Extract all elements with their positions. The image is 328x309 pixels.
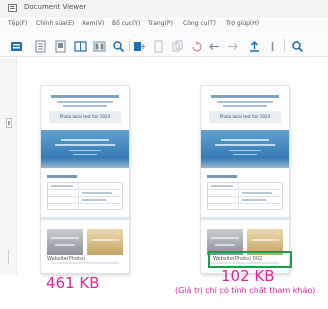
zoom-icon[interactable] <box>112 38 125 53</box>
thumbnail-title-bar <box>211 95 279 98</box>
thumbnail-separator <box>201 217 289 220</box>
page-icon[interactable] <box>54 38 67 53</box>
banner-wave <box>201 158 289 168</box>
toolbar <box>0 33 328 57</box>
table-column <box>238 183 239 209</box>
thumbnail-section-title <box>207 175 237 178</box>
export-icon[interactable] <box>248 38 261 52</box>
file-label-1: Website(Photo) <box>47 256 86 262</box>
thumbnail-banner <box>201 130 289 168</box>
table-row <box>208 189 282 190</box>
menu-page[interactable]: Trang(P) <box>148 20 173 27</box>
two-page-icon[interactable] <box>74 38 87 52</box>
thumbnail-line <box>57 101 113 103</box>
menu-bar: Tệp(F) Chỉnh sửa(E) Xem(V) Bố cục(Y) Tra… <box>0 17 328 32</box>
menu-file[interactable]: Tệp(F) <box>8 20 27 27</box>
banner-line <box>73 154 97 155</box>
copy-icon[interactable] <box>171 38 184 52</box>
thumbnail-title-bar <box>51 95 119 98</box>
collapse-handle-icon[interactable] <box>6 118 12 128</box>
toolbar-divider <box>129 39 130 51</box>
thumbnail-image <box>87 229 123 255</box>
image-detail <box>91 239 119 241</box>
rotate-icon[interactable] <box>190 38 203 52</box>
menu-icon[interactable] <box>10 38 23 51</box>
thumbnail-table <box>47 182 123 210</box>
table-row <box>48 189 122 190</box>
viewer-window: Document Viewer Tệp(F) Chỉnh sửa(E) Xem(… <box>0 0 328 309</box>
sidebar <box>0 58 17 275</box>
table-row <box>48 196 122 197</box>
forward-icon[interactable] <box>226 38 239 51</box>
thumbnail-icon[interactable] <box>152 38 165 53</box>
menu-edit[interactable]: Chỉnh sửa(E) <box>36 20 74 27</box>
table-cell <box>82 192 112 194</box>
image-detail <box>55 244 75 246</box>
thumbnail-banner <box>41 130 129 168</box>
thumbnail-header: Photo local test fair 2024 <box>201 86 289 130</box>
table-cell <box>82 199 106 201</box>
table-column <box>78 183 79 209</box>
ruler-mark <box>8 250 9 264</box>
banner-line <box>229 150 261 151</box>
image-detail <box>211 237 239 239</box>
table-cell <box>242 192 272 194</box>
thumbnail-table <box>207 182 283 210</box>
menu-tools[interactable]: Công cụ(T) <box>183 20 216 27</box>
back-icon[interactable] <box>208 38 221 51</box>
banner-wave <box>41 158 129 168</box>
banner-line <box>61 139 109 141</box>
columns-icon[interactable] <box>93 38 106 52</box>
thumbnail-area: Photo local test fair 2024 Photo local t… <box>18 58 328 275</box>
thumbnail-line <box>217 101 273 103</box>
banner-line <box>55 144 115 146</box>
toolbar-divider <box>284 39 285 51</box>
open-icon[interactable] <box>34 38 47 53</box>
file-label-2: Website(Photo) 002 <box>213 256 263 262</box>
down-arrow-icon[interactable] <box>266 38 279 51</box>
image-detail <box>215 244 235 246</box>
thumbnail-heading: Photo local test fair 2024 <box>59 114 111 119</box>
file-size-1: 461 KB <box>46 274 100 292</box>
thumbnail-line <box>63 105 107 107</box>
image-detail <box>51 237 79 239</box>
search-icon[interactable] <box>291 38 304 53</box>
window-title: Document Viewer <box>24 3 87 11</box>
image-detail <box>251 239 279 241</box>
thumbnail-header: Photo local test fair 2024 <box>41 86 129 130</box>
menu-help[interactable]: Trợ giúp(H) <box>226 20 259 27</box>
table-cell <box>51 185 73 187</box>
table-row <box>208 203 282 204</box>
menu-layout[interactable]: Bố cục(Y) <box>112 20 140 27</box>
document-thumbnail-2[interactable]: Photo local test fair 2024 <box>201 86 289 273</box>
thumbnail-line <box>223 105 267 107</box>
reference-note: (Giá trị chỉ có tính chất tham khảo) <box>175 286 316 295</box>
document-thumbnail-1[interactable]: Photo local test fair 2024 <box>41 86 129 273</box>
thumbnail-footer <box>51 262 119 264</box>
table-row <box>208 196 282 197</box>
thumbnail-separator <box>41 217 129 220</box>
insert-icon[interactable] <box>133 38 146 51</box>
table-cell <box>211 185 233 187</box>
file-size-2: 102 KB <box>221 267 275 285</box>
banner-line <box>221 139 269 141</box>
title-bar: Document Viewer <box>0 0 328 17</box>
app-icon <box>8 4 17 12</box>
banner-line <box>69 150 101 151</box>
menu-view[interactable]: Xem(V) <box>82 20 104 27</box>
table-cell <box>242 199 266 201</box>
banner-line <box>215 144 275 146</box>
thumbnail-image <box>47 229 83 255</box>
table-row <box>48 203 122 204</box>
banner-line <box>233 154 257 155</box>
thumbnail-heading: Photo local test fair 2024 <box>219 114 271 119</box>
thumbnail-section-title <box>47 175 77 178</box>
